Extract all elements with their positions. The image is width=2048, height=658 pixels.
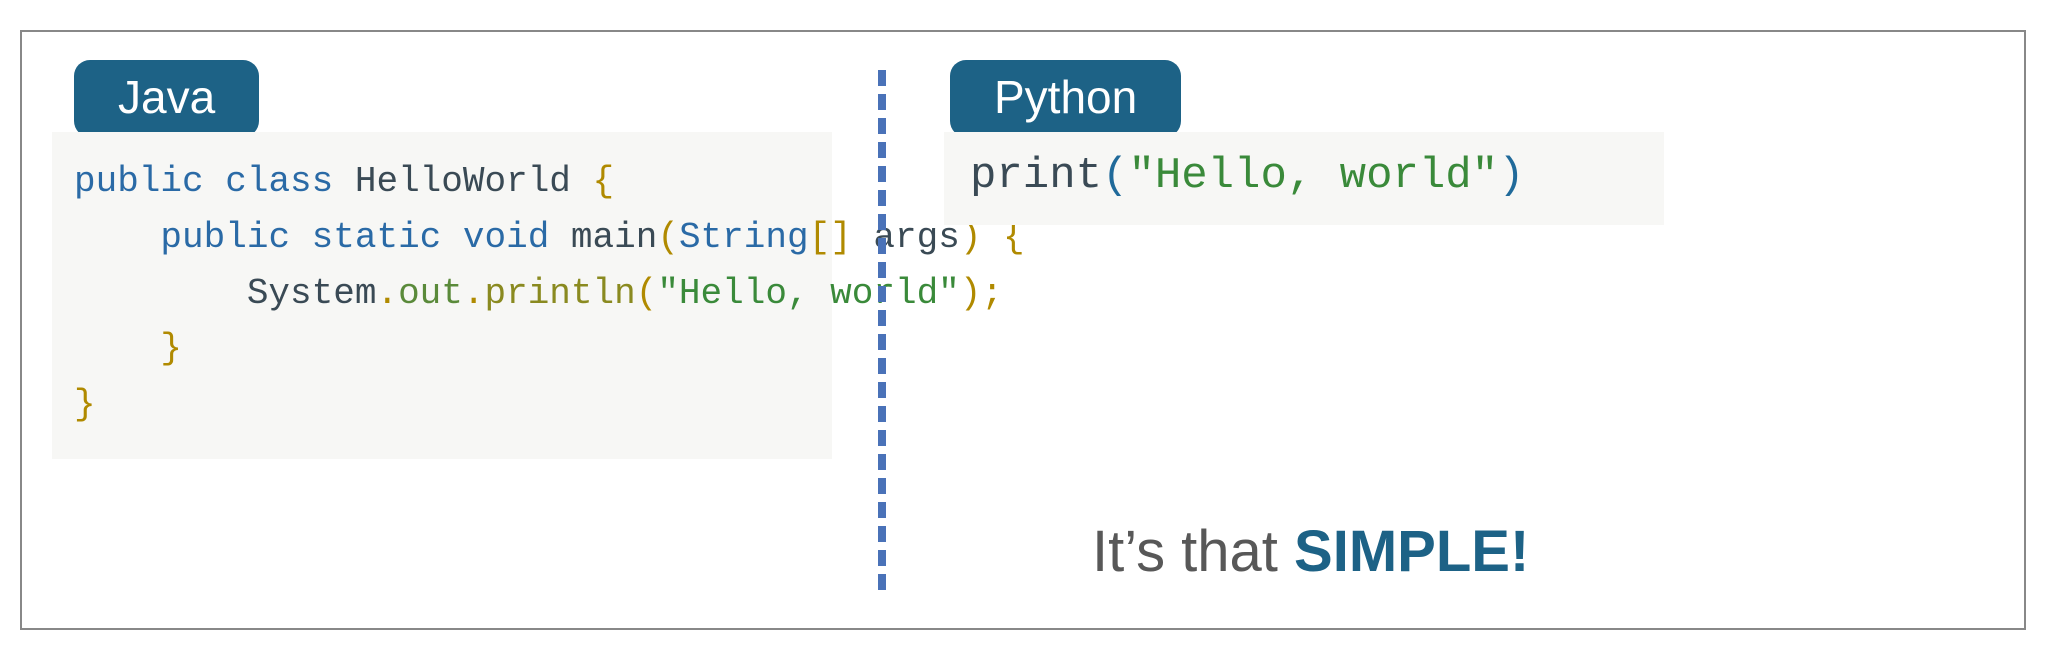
tagline-exclaim-icon: ! <box>1510 519 1529 584</box>
dot-icon: . <box>463 273 485 314</box>
kw-class: class <box>225 161 333 202</box>
brackets-icon: [] <box>809 217 852 258</box>
python-column: Python print("Hello, world") It’s that S… <box>856 32 2024 628</box>
kw-void: void <box>463 217 549 258</box>
java-label: Java <box>74 60 259 137</box>
lparen-icon: ( <box>636 273 658 314</box>
kw-public: public <box>74 161 204 202</box>
rparen-icon: ) <box>1498 151 1524 201</box>
python-label: Python <box>950 60 1181 137</box>
tagline-emphasis: SIMPLE <box>1294 519 1510 584</box>
type-string: String <box>679 217 809 258</box>
method-println: println <box>484 273 635 314</box>
tagline: It’s that SIMPLE! <box>1092 518 1529 585</box>
lparen-icon: ( <box>657 217 679 258</box>
field-out: out <box>398 273 463 314</box>
kw-static: static <box>312 217 442 258</box>
kw-public: public <box>160 217 290 258</box>
class-name: HelloWorld <box>355 161 571 202</box>
close-brace-icon: } <box>160 328 182 369</box>
class-system: System <box>247 273 377 314</box>
lparen-icon: ( <box>1102 151 1128 201</box>
string-literal: "Hello, world" <box>1128 151 1498 201</box>
dot-icon: . <box>376 273 398 314</box>
comparison-panel: Java public class HelloWorld { public st… <box>20 30 2026 630</box>
func-print: print <box>970 151 1102 201</box>
java-column: Java public class HelloWorld { public st… <box>22 32 856 628</box>
columns: Java public class HelloWorld { public st… <box>22 32 2024 628</box>
open-brace-icon: { <box>593 161 615 202</box>
java-code-box: public class HelloWorld { public static … <box>52 132 832 459</box>
method-name: main <box>571 217 657 258</box>
close-brace-icon: } <box>74 384 96 425</box>
python-code-box: print("Hello, world") <box>944 132 1664 225</box>
tagline-prefix: It’s that <box>1092 519 1294 584</box>
